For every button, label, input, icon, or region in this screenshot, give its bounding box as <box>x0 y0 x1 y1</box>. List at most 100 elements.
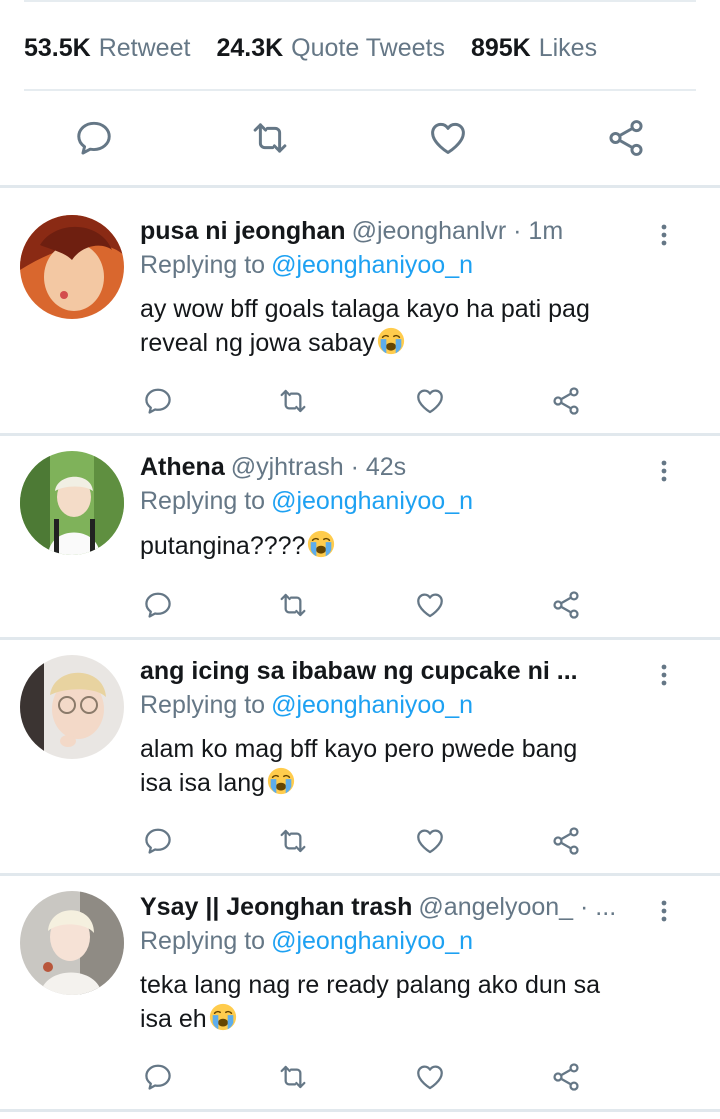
retweets-count: 53.5K <box>24 33 91 62</box>
avatar[interactable] <box>20 215 124 319</box>
heart-icon <box>427 117 469 159</box>
replying-label: Replying to <box>140 251 266 279</box>
quotes-count: 24.3K <box>216 33 284 62</box>
comment-icon <box>142 1061 174 1093</box>
reply-tweet[interactable]: Ysay || Jeonghan trash @angelyoon_ · ... … <box>0 891 720 1101</box>
avatar-photo <box>20 451 124 555</box>
reply-text-line: isa isa lang <box>140 769 266 797</box>
replying-to: Replying to @jeonghaniyoo_n <box>140 487 473 516</box>
replying-to-link[interactable]: @jeonghaniyoo_n <box>271 251 473 279</box>
tweet-action-bar <box>0 110 720 166</box>
display-name[interactable]: Ysay || Jeonghan trash <box>140 893 412 921</box>
share-button[interactable] <box>598 110 654 166</box>
reply-text-line: isa eh <box>140 1005 207 1033</box>
retweet-button[interactable] <box>273 1057 313 1097</box>
retweets-label: Retweet <box>98 33 191 62</box>
reply-action-bar <box>0 585 720 625</box>
heart-icon <box>414 385 446 417</box>
handle-and-time: @jeonghanlvr · 1m <box>351 217 564 245</box>
handle-and-time: @angelyoon_ · ... <box>418 893 617 921</box>
like-button[interactable] <box>410 381 450 421</box>
more-vertical-icon <box>660 898 668 924</box>
comment-icon <box>73 117 115 159</box>
avatar[interactable] <box>20 451 124 555</box>
reply-button[interactable] <box>138 381 178 421</box>
like-button[interactable] <box>410 821 450 861</box>
retweet-icon <box>277 589 309 621</box>
share-icon <box>550 385 582 417</box>
reply-text-line: putangina???? <box>140 532 306 560</box>
replying-label: Replying to <box>140 487 266 515</box>
more-options-button[interactable] <box>652 455 676 487</box>
reply-button[interactable] <box>138 585 178 625</box>
avatar[interactable] <box>20 655 124 759</box>
avatar[interactable] <box>20 891 124 995</box>
likes-stat[interactable]: 895K Likes <box>471 34 597 63</box>
retweet-button[interactable] <box>242 110 298 166</box>
quote-tweets-stat[interactable]: 24.3K Quote Tweets <box>216 34 445 63</box>
retweets-stat[interactable]: 53.5K Retweet <box>24 34 190 63</box>
reply-tweet[interactable]: ang icing sa ibabaw ng cupcake ni ... Re… <box>0 655 720 865</box>
retweet-button[interactable] <box>273 381 313 421</box>
reply-divider <box>0 1109 720 1112</box>
replying-to-link[interactable]: @jeonghaniyoo_n <box>271 487 473 515</box>
like-button[interactable] <box>420 110 476 166</box>
reply-button[interactable] <box>66 110 122 166</box>
loudly-crying-face-emoji <box>306 529 336 559</box>
reply-action-bar <box>0 1057 720 1097</box>
replying-to-link[interactable]: @jeonghaniyoo_n <box>271 691 473 719</box>
reply-header: Athena @yjhtrash · 42s <box>140 453 650 489</box>
replying-to: Replying to @jeonghaniyoo_n <box>140 927 473 956</box>
reply-text: ay wow bff goals talaga kayo ha pati pag… <box>140 293 660 360</box>
reply-action-bar <box>0 381 720 421</box>
tweet-stats: 53.5K Retweet 24.3K Quote Tweets 895K Likes <box>24 28 696 68</box>
loudly-crying-face-emoji <box>208 1002 238 1032</box>
reply-text-line: alam ko mag bff kayo pero pwede bang <box>140 735 578 763</box>
loudly-crying-face-emoji <box>266 766 296 796</box>
share-button[interactable] <box>546 821 586 861</box>
reply-text: teka lang nag re ready palang ako dun sa… <box>140 969 660 1036</box>
top-divider <box>24 0 696 2</box>
retweet-button[interactable] <box>273 821 313 861</box>
more-options-button[interactable] <box>652 219 676 251</box>
handle-and-time: @yjhtrash · 42s <box>230 453 407 481</box>
likes-count: 895K <box>470 33 531 62</box>
display-name[interactable]: Athena <box>140 453 225 481</box>
more-options-button[interactable] <box>652 895 676 927</box>
avatar-photo <box>20 655 124 759</box>
replying-to-link[interactable]: @jeonghaniyoo_n <box>271 927 473 955</box>
share-icon <box>605 117 647 159</box>
replying-to: Replying to @jeonghaniyoo_n <box>140 251 473 280</box>
reply-header: ang icing sa ibabaw ng cupcake ni ... <box>140 657 650 693</box>
heart-icon <box>414 825 446 857</box>
retweet-icon <box>277 825 309 857</box>
reply-text-line: ay wow bff goals talaga kayo ha pati pag <box>140 295 590 323</box>
reply-header: Ysay || Jeonghan trash @angelyoon_ · ... <box>140 893 650 929</box>
reply-tweet[interactable]: pusa ni jeonghan @jeonghanlvr · 1m Replyi… <box>0 215 720 420</box>
retweet-button[interactable] <box>273 585 313 625</box>
comment-icon <box>142 825 174 857</box>
reply-button[interactable] <box>138 821 178 861</box>
like-button[interactable] <box>410 585 450 625</box>
more-vertical-icon <box>660 662 668 688</box>
reply-tweet[interactable]: Athena @yjhtrash · 42s Replying to @jeongh… <box>0 451 720 631</box>
reply-text-line: teka lang nag re ready palang ako dun sa <box>140 971 601 999</box>
share-button[interactable] <box>546 1057 586 1097</box>
comment-icon <box>142 589 174 621</box>
reply-divider <box>0 433 720 436</box>
display-name[interactable]: pusa ni jeonghan <box>140 217 346 245</box>
retweet-icon <box>277 1061 309 1093</box>
like-button[interactable] <box>410 1057 450 1097</box>
heart-icon <box>414 589 446 621</box>
more-options-button[interactable] <box>652 659 676 691</box>
share-button[interactable] <box>546 585 586 625</box>
display-name[interactable]: ang icing sa ibabaw ng cupcake ni ... <box>140 657 578 685</box>
reply-text: putangina???? <box>140 529 660 563</box>
reply-button[interactable] <box>138 1057 178 1097</box>
share-button[interactable] <box>546 381 586 421</box>
section-divider <box>0 185 720 188</box>
likes-label: Likes <box>538 33 598 62</box>
reply-text-line: reveal ng jowa sabay <box>140 329 375 357</box>
avatar-photo <box>20 215 124 319</box>
heart-icon <box>414 1061 446 1093</box>
